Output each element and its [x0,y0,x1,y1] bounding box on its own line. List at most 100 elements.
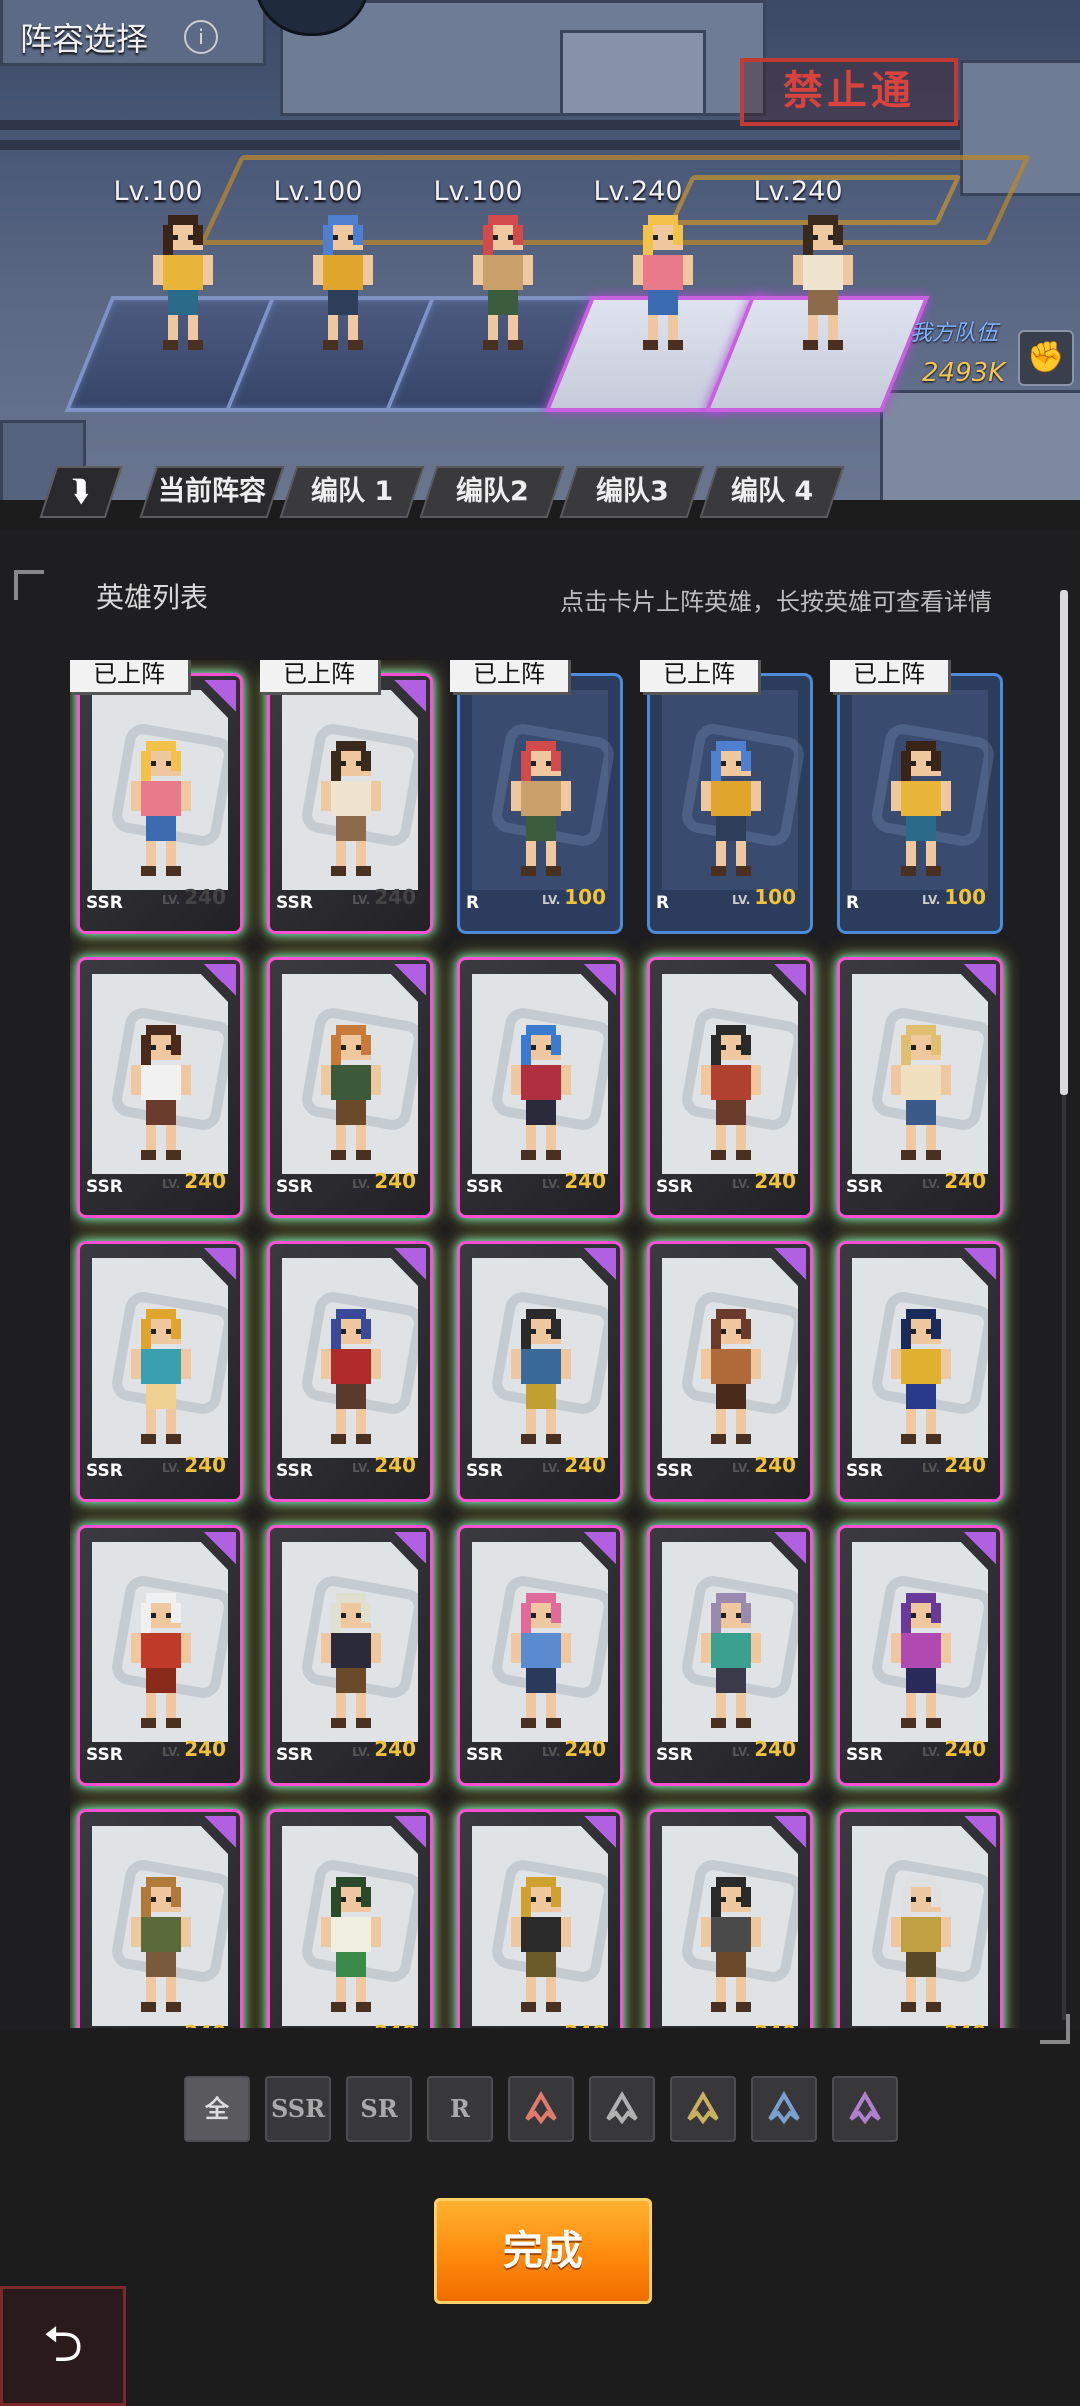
tab-current-lineup[interactable]: 当前阵容 [139,466,285,518]
card-level: LV.240 [732,2021,796,2028]
hero-card[interactable]: SSR LV.240 [270,1528,430,1783]
lineup-hero-sprite[interactable] [628,210,698,360]
lineup-hero-sprite[interactable] [788,210,858,360]
hero-sprite [506,1872,576,2012]
return-arrow-icon[interactable]: ⮯ [39,466,123,518]
deployed-badge: 已上阵 [830,660,948,692]
hero-card[interactable]: SSR LV.240 [270,960,430,1215]
hero-sprite [696,1020,766,1160]
rarity-badge: SSR [276,1461,313,1481]
card-level: LV.240 [351,1169,416,1193]
hero-card[interactable]: SSR LV.240 [650,1244,810,1499]
hero-sprite [506,1304,576,1444]
hero-card[interactable]: SSR LV.240 [650,1528,810,1783]
hero-card[interactable]: SSR LV.240 [460,1812,620,2028]
hero-list-hint: 点击卡片上阵英雄，长按英雄可查看详情 [560,588,992,616]
hero-card[interactable]: SSR LV.240 [80,1244,240,1499]
tab-team-3[interactable]: 编队3 [559,466,705,518]
card-corner [584,1532,616,1564]
rarity-badge: SSR [846,1461,883,1481]
hero-sprite [316,1588,386,1728]
card-corner [584,964,616,996]
faction-bird-icon[interactable] [508,2076,574,2142]
rarity-badge: SSR [276,1745,313,1765]
tab-team-1[interactable]: 编队 1 [279,466,425,518]
hero-card[interactable]: SSR LV.240 [840,1244,1000,1499]
corner-bracket [14,570,44,600]
card-corner [394,1248,426,1280]
hero-card[interactable]: SSR LV.240 [270,1244,430,1499]
page-title: 阵容选择 [20,20,149,58]
faction-infinity-icon[interactable] [832,2076,898,2142]
fist-icon[interactable]: ✊ [1018,330,1074,386]
hero-sprite [316,736,386,876]
filter-全[interactable]: 全 [184,2076,250,2142]
hero-sprite [886,1020,956,1160]
card-level: LV.240 [351,1453,416,1477]
card-level: LV.240 [161,1453,226,1477]
hero-card[interactable]: SSR LV.240 [270,1812,430,2028]
tab-team-4[interactable]: 编队 4 [699,466,845,518]
card-level: LV.240 [731,1169,796,1193]
card-corner [204,964,236,996]
scrollbar-thumb[interactable] [1060,590,1068,1095]
rarity-badge: SSR [846,1177,883,1197]
lineup-hero-sprite[interactable] [308,210,378,360]
filter-ssr[interactable]: SSR [265,2076,331,2142]
card-level: LV.240 [161,1169,226,1193]
hero-card[interactable]: SSR LV.240 [840,1528,1000,1783]
info-icon[interactable]: i [184,20,218,54]
hero-card[interactable]: SSR LV.240 [650,1812,810,2028]
rarity-badge: R [466,893,480,913]
rarity-badge: SSR [846,1745,883,1765]
tab-team-2[interactable]: 编队2 [419,466,565,518]
team-power-value: 2493K [922,358,1006,388]
card-corner [964,1532,996,1564]
rarity-badge: SSR [466,1461,503,1481]
hero-card[interactable]: SSR LV. 240 已上阵 [260,660,430,931]
hero-card[interactable]: R LV. 100 已上阵 [640,660,810,931]
card-level: LV.240 [731,1737,796,1761]
filter-sr[interactable]: SR [346,2076,412,2142]
hero-card[interactable]: SSR LV.240 [650,960,810,1215]
rarity-badge: R [656,893,670,913]
faction-wolf-icon[interactable] [589,2076,655,2142]
hero-card[interactable]: SSR LV.240 [460,960,620,1215]
filter-r[interactable]: R [427,2076,493,2142]
card-level: LV.240 [921,1737,986,1761]
hero-card[interactable]: SSR LV.240 [80,1812,240,2028]
faction-dragon-icon[interactable] [670,2076,736,2142]
rarity-badge: SSR [86,1745,123,1765]
deployed-badge: 已上阵 [640,660,758,692]
hero-card[interactable]: SSR LV.240 [840,960,1000,1215]
lineup-hero-sprite[interactable] [468,210,538,360]
card-corner [204,1248,236,1280]
faction-wing-icon[interactable] [751,2076,817,2142]
hero-card[interactable]: SSR LV. 240 已上阵 [70,660,240,931]
card-corner [394,680,426,712]
rarity-badge: R [846,893,860,913]
card-corner [394,1532,426,1564]
hero-card[interactable]: SSR LV.240 [460,1244,620,1499]
lineup-hero-sprite[interactable] [148,210,218,360]
card-level: LV.240 [921,1169,986,1193]
done-button[interactable]: 完成 [434,2198,652,2304]
rarity-badge: SSR [656,1461,693,1481]
hero-sprite [126,1588,196,1728]
hero-sprite [886,736,956,876]
card-level: LV.240 [161,1737,226,1761]
hero-card[interactable]: SSR LV.240 [80,960,240,1215]
hero-card[interactable]: R LV. 100 已上阵 [830,660,1000,931]
corner-bracket [1040,2014,1070,2044]
hero-card[interactable]: SSR LV.240 [460,1528,620,1783]
rarity-badge: SSR [276,1177,313,1197]
card-level: LV.240 [541,1737,606,1761]
return-arrow-icon[interactable]: ⮌ [0,2286,126,2406]
hero-sprite [506,736,576,876]
hero-card[interactable]: R LV. 100 已上阵 [450,660,620,931]
hero-card[interactable]: SSR LV.240 [80,1528,240,1783]
hero-card[interactable]: SSR LV.240 [840,1812,1000,2028]
card-corner [584,1816,616,1848]
rarity-badge: SSR [466,1177,503,1197]
card-corner [964,964,996,996]
